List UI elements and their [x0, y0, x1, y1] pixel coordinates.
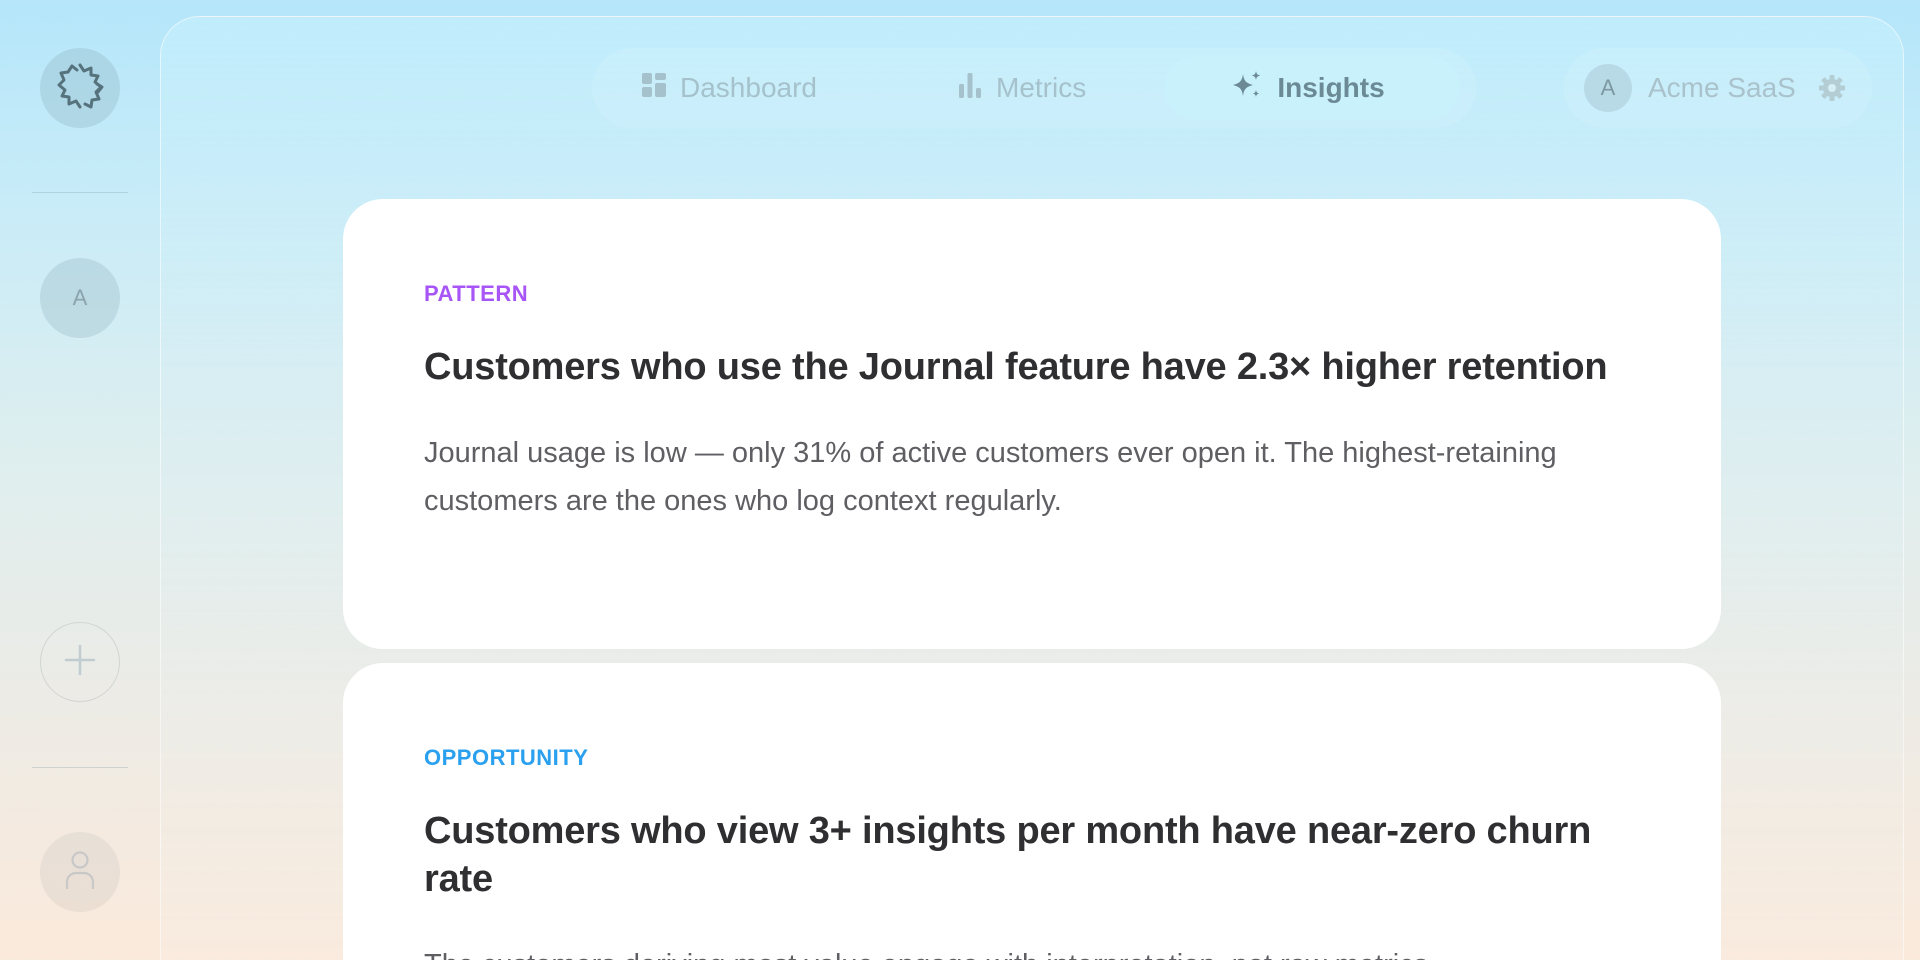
- spiky-refresh-logo-icon: [54, 60, 106, 117]
- tab-insights[interactable]: Insights: [1164, 56, 1460, 120]
- tab-insights-label: Insights: [1277, 72, 1385, 103]
- org-avatar-initial: A: [1600, 75, 1616, 100]
- gear-icon[interactable]: [1818, 74, 1846, 107]
- top-nav: Dashboard Metrics Insights: [592, 48, 1476, 128]
- tab-metrics-label: Metrics: [996, 72, 1087, 103]
- insight-tag: OPPORTUNITY: [424, 745, 589, 770]
- workspace-avatar-initial: A: [72, 285, 88, 310]
- insight-title: Customers who use the Journal feature ha…: [424, 346, 1608, 388]
- tab-metrics[interactable]: Metrics: [880, 56, 1164, 120]
- org-switcher[interactable]: A Acme SaaS: [1564, 48, 1872, 128]
- user-profile-button[interactable]: [40, 832, 120, 912]
- sidebar-divider: [32, 192, 128, 193]
- insight-title: Customers who view 3+ insights per month…: [424, 810, 1592, 900]
- sparkles-icon: [1231, 70, 1263, 107]
- sidebar-divider: [32, 767, 128, 768]
- tab-dashboard[interactable]: Dashboard: [600, 56, 880, 120]
- insight-card[interactable]: PATTERN Customers who use the Journal fe…: [343, 199, 1721, 649]
- plus-icon: [63, 643, 97, 682]
- add-workspace-button[interactable]: [40, 622, 120, 702]
- insight-body: Journal usage is low — only 31% of activ…: [424, 437, 1557, 517]
- insight-tag: PATTERN: [424, 281, 529, 306]
- person-icon: [64, 849, 96, 896]
- org-name: Acme SaaS: [1648, 72, 1796, 103]
- bar-chart-icon: [958, 72, 982, 105]
- tab-dashboard-label: Dashboard: [680, 72, 817, 103]
- insight-body: The customers deriving most value engage…: [424, 941, 1641, 960]
- insight-card[interactable]: OPPORTUNITY Customers who view 3+ insigh…: [343, 663, 1721, 960]
- org-avatar: A: [1584, 64, 1632, 112]
- grid-icon: [642, 72, 666, 104]
- workspace-avatar[interactable]: A: [40, 258, 120, 338]
- sidebar: A: [0, 0, 160, 960]
- app-logo[interactable]: [40, 48, 120, 128]
